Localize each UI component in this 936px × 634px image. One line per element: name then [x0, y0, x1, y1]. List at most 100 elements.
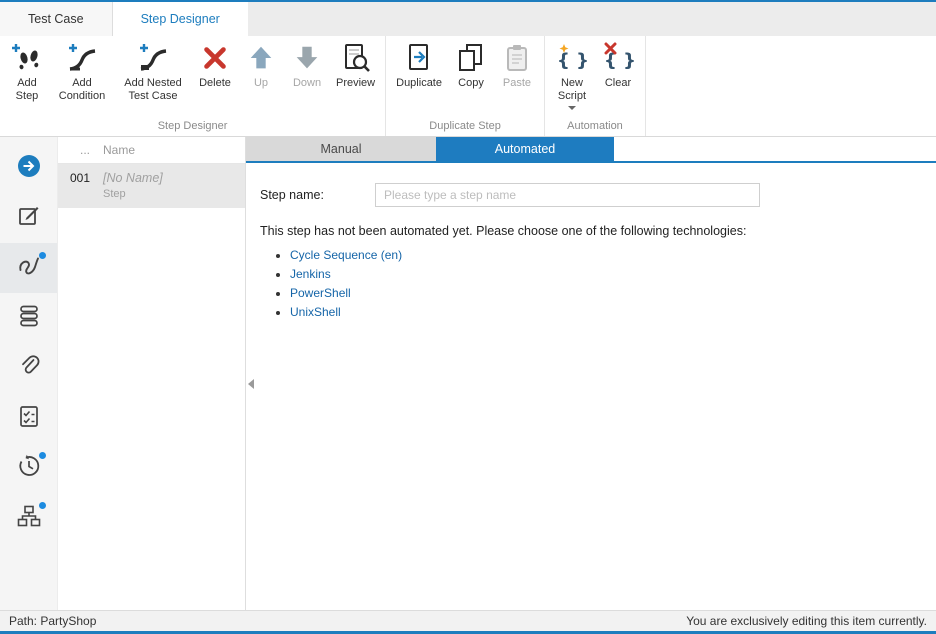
paperclip-icon — [17, 354, 41, 383]
content-area: ... Name 001 [No Name] Step Manual Autom… — [0, 137, 936, 610]
delete-button[interactable]: Delete — [192, 38, 238, 90]
document-tab-bar: Test Case Step Designer — [0, 2, 936, 36]
button-label: Preview — [336, 77, 375, 90]
tab-automated[interactable]: Automated — [436, 137, 614, 161]
duplicate-button[interactable]: Duplicate — [390, 38, 448, 90]
step-mode-tab-strip: Manual Automated — [246, 137, 936, 163]
automation-info-text: This step has not been automated yet. Pl… — [260, 224, 936, 238]
step-row-number: 001 — [58, 171, 95, 200]
sidebar-item-data[interactable] — [0, 293, 57, 343]
step-name-input[interactable] — [375, 183, 760, 207]
tab-test-case[interactable]: Test Case — [0, 2, 113, 36]
ribbon-group-automation: { } New Script { } Clear — [545, 36, 646, 136]
paste-button[interactable]: Paste — [494, 38, 540, 90]
history-clock-icon — [17, 454, 41, 483]
button-label: Copy — [458, 77, 484, 90]
arrow-down-icon — [290, 41, 324, 75]
left-icon-sidebar — [0, 137, 57, 610]
preview-magnifier-icon — [339, 41, 373, 75]
svg-text:{ }: { } — [604, 50, 634, 71]
tab-manual[interactable]: Manual — [246, 137, 436, 161]
move-down-button[interactable]: Down — [284, 38, 330, 90]
ribbon-group-step-designer: Add Step Add Condition — [0, 36, 386, 136]
button-label: Duplicate — [396, 77, 442, 90]
add-step-button[interactable]: Add Step — [4, 38, 50, 103]
sidebar-item-hierarchy[interactable] — [0, 493, 57, 543]
duplicate-doc-icon — [402, 41, 436, 75]
button-label: Down — [293, 77, 321, 90]
step-name-row: Step name: — [260, 183, 936, 207]
sidebar-item-checklist[interactable] — [0, 393, 57, 443]
column-header-name: Name — [95, 143, 135, 157]
step-name-label: Step name: — [260, 188, 375, 202]
collapse-panel-arrow[interactable] — [248, 379, 254, 389]
move-up-button[interactable]: Up — [238, 38, 284, 90]
technology-list: Cycle Sequence (en) Jenkins PowerShell U… — [274, 248, 936, 319]
technology-link-cycle-sequence[interactable]: Cycle Sequence (en) — [290, 248, 402, 262]
step-row[interactable]: 001 [No Name] Step — [58, 164, 245, 208]
technology-item: Cycle Sequence (en) — [290, 248, 936, 262]
database-layers-icon — [17, 304, 41, 333]
paste-clipboard-icon — [500, 41, 534, 75]
ribbon-group-label: Duplicate Step — [390, 118, 540, 136]
clear-script-button[interactable]: { } Clear — [595, 38, 641, 90]
sidebar-item-attachments[interactable] — [0, 343, 57, 393]
new-script-dropdown-caret[interactable] — [568, 106, 576, 110]
hierarchy-badge — [39, 502, 46, 509]
button-label: Add Nested Test Case — [120, 77, 186, 103]
add-nested-test-case-button[interactable]: Add Nested Test Case — [114, 38, 192, 103]
sidebar-item-edit[interactable] — [0, 193, 57, 243]
sitemap-icon — [17, 504, 41, 533]
footprints-plus-icon — [10, 41, 44, 75]
step-list-panel: ... Name 001 [No Name] Step — [57, 137, 246, 610]
edit-pencil-icon — [17, 204, 41, 233]
status-path-text: Path: PartyShop — [9, 614, 96, 628]
step-list-header: ... Name — [58, 137, 245, 164]
sidebar-item-history[interactable] — [0, 443, 57, 493]
ribbon-group-label: Automation — [549, 118, 641, 136]
technology-link-powershell[interactable]: PowerShell — [290, 286, 351, 300]
script-braces-clear-icon: { } — [601, 41, 635, 75]
button-label: New Script — [557, 77, 587, 103]
button-label: Clear — [605, 77, 631, 90]
button-label: Add Condition — [56, 77, 108, 103]
sidebar-item-steps[interactable] — [0, 243, 57, 293]
button-label: Delete — [199, 77, 231, 90]
svg-text:{ }: { } — [557, 50, 588, 71]
steps-path-icon — [17, 254, 41, 283]
history-badge — [39, 452, 46, 459]
technology-link-unixshell[interactable]: UnixShell — [290, 305, 341, 319]
application-window: Test Case Step Designer — [0, 0, 936, 634]
sidebar-item-navigate[interactable] — [0, 143, 57, 193]
nested-ramp-plus-icon — [136, 41, 170, 75]
technology-item: PowerShell — [290, 286, 936, 300]
status-bar: Path: PartyShop You are exclusively edit… — [0, 610, 936, 634]
script-braces-new-icon: { } — [555, 41, 589, 75]
ribbon-group-duplicate-step: Duplicate Copy — [386, 36, 545, 136]
clipboard-check-icon — [17, 404, 41, 433]
add-condition-button[interactable]: Add Condition — [50, 38, 114, 103]
step-row-type: Step — [103, 188, 163, 200]
step-detail-pane: Manual Automated Step name: This step ha… — [246, 137, 936, 610]
tab-step-designer[interactable]: Step Designer — [113, 2, 248, 36]
button-label: Add Step — [12, 77, 42, 103]
circle-arrow-right-icon — [17, 154, 41, 183]
preview-button[interactable]: Preview — [330, 38, 381, 90]
step-row-name: [No Name] — [103, 171, 163, 185]
button-label: Up — [254, 77, 268, 90]
technology-item: Jenkins — [290, 267, 936, 281]
ribbon-group-label: Step Designer — [4, 118, 381, 136]
copy-button[interactable]: Copy — [448, 38, 494, 90]
technology-link-jenkins[interactable]: Jenkins — [290, 267, 331, 281]
column-header-number: ... — [58, 143, 95, 157]
button-label: Paste — [503, 77, 531, 90]
ramp-plus-icon — [65, 41, 99, 75]
new-script-button[interactable]: { } New Script — [549, 38, 595, 110]
technology-item: UnixShell — [290, 305, 936, 319]
copy-icon — [454, 41, 488, 75]
status-editing-text: You are exclusively editing this item cu… — [686, 614, 927, 628]
red-x-icon — [198, 41, 232, 75]
ribbon: Add Step Add Condition — [0, 36, 936, 137]
arrow-up-icon — [244, 41, 278, 75]
steps-badge — [39, 252, 46, 259]
